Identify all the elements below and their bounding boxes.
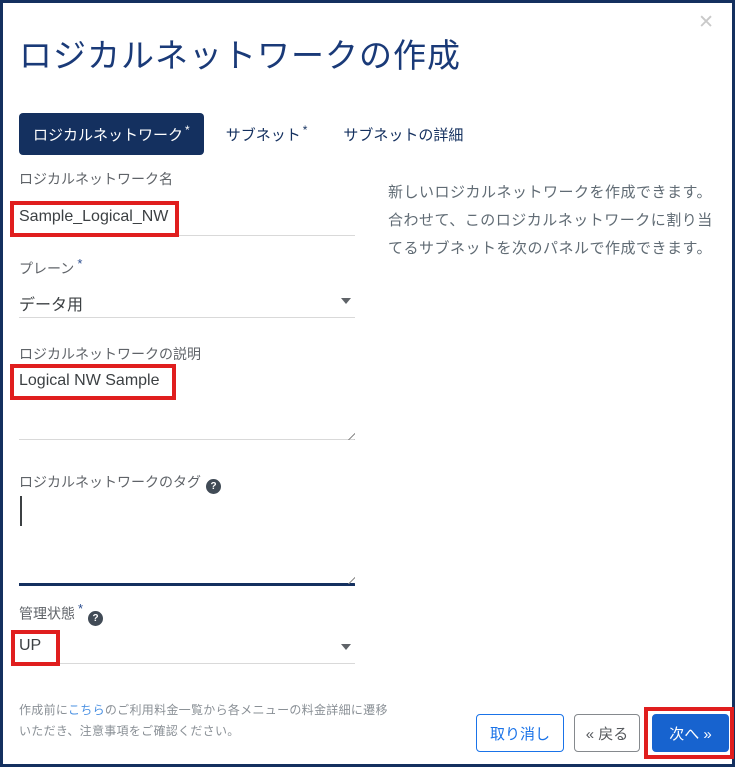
required-mark: * bbox=[185, 123, 190, 137]
help-icon[interactable]: ? bbox=[206, 479, 221, 494]
label-text: プレーン bbox=[19, 260, 75, 277]
help-icon[interactable]: ? bbox=[88, 610, 104, 626]
tags-underline-focused bbox=[19, 583, 355, 586]
plane-select[interactable]: データ用 bbox=[19, 291, 355, 315]
tab-label: ロジカルネットワーク bbox=[33, 127, 184, 144]
wizard-tabs: ロジカルネットワーク * サブネット * サブネットの詳細 bbox=[19, 113, 479, 155]
tab-logical-network[interactable]: ロジカルネットワーク * bbox=[19, 113, 204, 155]
description-field-label: ロジカルネットワークの説明 bbox=[19, 344, 201, 364]
label-text: ロジカルネットワークのタグ bbox=[19, 474, 201, 490]
footer-note-before: 作成前に bbox=[19, 703, 68, 717]
label-text: 管理状態 bbox=[19, 605, 75, 622]
tab-label: サブネットの詳細 bbox=[343, 127, 464, 144]
page-title: ロジカルネットワークの作成 bbox=[19, 37, 461, 74]
plane-field-label: プレーン * bbox=[19, 256, 82, 279]
tab-label: サブネット bbox=[225, 127, 301, 144]
side-note-text: 新しいロジカルネットワークを作成できます。合わせて、このロジカルネットワークに割… bbox=[388, 184, 713, 257]
next-button[interactable]: 次へ » bbox=[652, 714, 729, 752]
pricing-link[interactable]: こちら bbox=[68, 703, 105, 717]
required-mark: * bbox=[302, 123, 308, 137]
chevron-down-icon[interactable] bbox=[341, 298, 351, 304]
label-text: ロジカルネットワーク名 bbox=[19, 171, 173, 187]
required-mark: * bbox=[77, 256, 83, 271]
close-icon[interactable]: ✕ bbox=[698, 13, 714, 32]
admin-state-underline bbox=[19, 663, 355, 664]
label-text: ロジカルネットワークの説明 bbox=[19, 346, 201, 362]
tags-field-label: ロジカルネットワークのタグ? bbox=[19, 472, 221, 494]
name-field-label: ロジカルネットワーク名 bbox=[19, 169, 173, 189]
create-logical-network-dialog: ✕ ロジカルネットワークの作成 ロジカルネットワーク * サブネット * サブネット… bbox=[0, 0, 735, 767]
admin-state-select[interactable]: UP bbox=[19, 637, 355, 655]
resize-grip-icon[interactable] bbox=[345, 430, 355, 440]
text-cursor bbox=[20, 496, 22, 526]
name-input[interactable]: Sample_Logical_NW bbox=[19, 208, 355, 226]
required-mark: * bbox=[78, 601, 84, 616]
description-underline bbox=[19, 439, 355, 440]
description-textarea[interactable]: Logical NW Sample bbox=[19, 372, 355, 390]
plane-select-underline bbox=[19, 317, 355, 318]
name-input-underline bbox=[19, 235, 355, 236]
admin-state-field-label: 管理状態 *? bbox=[19, 601, 104, 626]
back-button[interactable]: « 戻る bbox=[574, 714, 640, 752]
tags-textarea[interactable] bbox=[19, 496, 355, 584]
footer-note: 作成前にこちらのご利用料金一覧から各メニューの料金詳細に遷移いただき、注意事項を… bbox=[19, 700, 391, 742]
cancel-button[interactable]: 取り消し bbox=[476, 714, 564, 752]
tab-subnet-details[interactable]: サブネットの詳細 bbox=[329, 113, 479, 155]
chevron-down-icon[interactable] bbox=[341, 644, 351, 650]
tab-subnet[interactable]: サブネット * bbox=[212, 113, 322, 155]
